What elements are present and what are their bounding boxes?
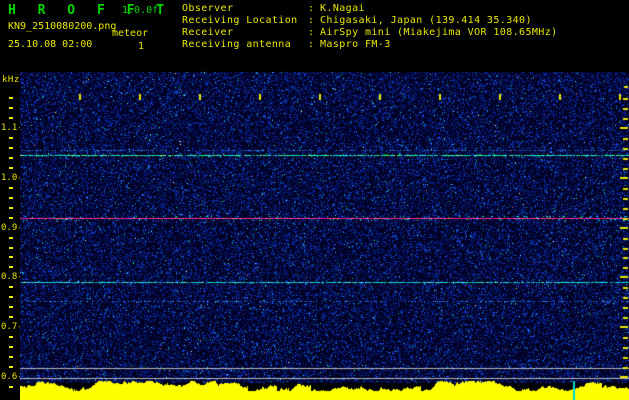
- frequency-minor-tick: [9, 256, 13, 258]
- app-version: 1.0.0f: [122, 5, 159, 16]
- spectrogram-canvas: [20, 70, 629, 400]
- observer-info-block: Observer: K.Nagai Receiving Location: Chig…: [182, 3, 558, 51]
- frequency-minor-tick: [9, 316, 13, 318]
- info-row-antenna: Receiving antenna: Maspro FM-3: [182, 39, 558, 51]
- info-colon: :: [308, 15, 315, 26]
- frequency-minor-tick: [9, 386, 13, 388]
- frequency-minor-tick: [9, 97, 13, 99]
- info-colon: :: [308, 39, 315, 50]
- frequency-minor-tick: [9, 207, 13, 209]
- frequency-minor-tick: [9, 107, 13, 109]
- info-row-location: Receiving Location: Chigasaki, Japan (139…: [182, 15, 558, 27]
- frequency-minor-tick: [9, 187, 13, 189]
- frequency-minor-tick: [9, 137, 13, 139]
- info-row-observer: Observer: K.Nagai: [182, 3, 558, 15]
- frequency-minor-tick: [9, 366, 13, 368]
- frequency-minor-tick: [9, 356, 13, 358]
- frequency-minor-tick: [9, 217, 13, 219]
- frequency-axis-unit-label: kHz: [2, 75, 20, 85]
- info-label: Receiving antenna: [182, 39, 292, 50]
- info-label: Receiver: [182, 27, 234, 38]
- info-label: Observer: [182, 3, 234, 14]
- frequency-minor-tick: [9, 266, 13, 268]
- meteor-count-value: 1: [138, 41, 145, 52]
- info-row-receiver: Receiver: AirSpy mini (Miakejima VOR 108.…: [182, 27, 558, 39]
- frequency-minor-tick: [9, 167, 13, 169]
- frequency-minor-tick: [9, 157, 13, 159]
- frequency-minor-tick: [9, 247, 13, 249]
- info-label: Receiving Location: [182, 15, 298, 26]
- meteor-count-label: meteor: [112, 28, 149, 39]
- frequency-minor-tick: [9, 296, 13, 298]
- info-value: Chigasaki, Japan (139.414 35.340): [320, 15, 532, 26]
- frequency-minor-tick: [9, 237, 13, 239]
- frequency-minor-tick: [9, 147, 13, 149]
- info-colon: :: [308, 27, 315, 38]
- info-colon: :: [308, 3, 315, 14]
- frequency-minor-tick: [9, 286, 13, 288]
- observation-timestamp: 25.10.08 02:00: [8, 39, 93, 50]
- frequency-minor-tick: [9, 306, 13, 308]
- hrofft-window: { "app": { "title": "H R O F F T", "vers…: [0, 0, 629, 400]
- info-value: Maspro FM-3: [320, 39, 391, 50]
- info-value: AirSpy mini (Miakejima VOR 108.65MHz): [320, 27, 558, 38]
- output-filename: KN9_2510080200.png: [8, 21, 117, 32]
- info-value: K.Nagai: [320, 3, 365, 14]
- frequency-minor-tick: [9, 117, 13, 119]
- frequency-minor-tick: [9, 197, 13, 199]
- frequency-minor-tick: [9, 346, 13, 348]
- frequency-minor-tick: [9, 336, 13, 338]
